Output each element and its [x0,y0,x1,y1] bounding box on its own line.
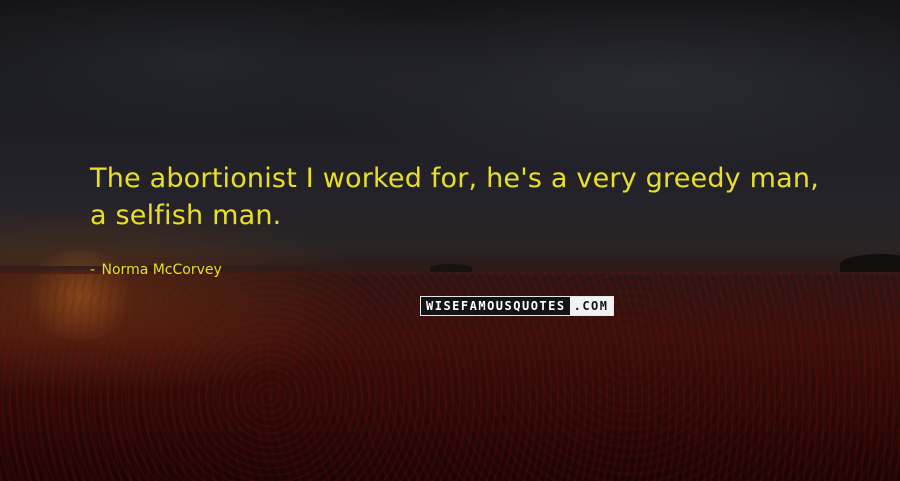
quote-card: The abortionist I worked for, he's a ver… [0,0,900,481]
distant-trees [430,264,472,272]
watermark-text-suffix: .COM [569,297,613,315]
quote-text: The abortionist I worked for, he's a ver… [90,163,819,231]
site-watermark-logo: WISEFAMOUSQUOTES .COM [420,296,614,316]
author-name: Norma McCorvey [101,262,222,278]
watermark-text-primary: WISEFAMOUSQUOTES [421,297,570,315]
treeline [840,254,900,272]
quote-author: - Norma McCorvey [90,262,222,278]
author-dash: - [90,262,96,278]
